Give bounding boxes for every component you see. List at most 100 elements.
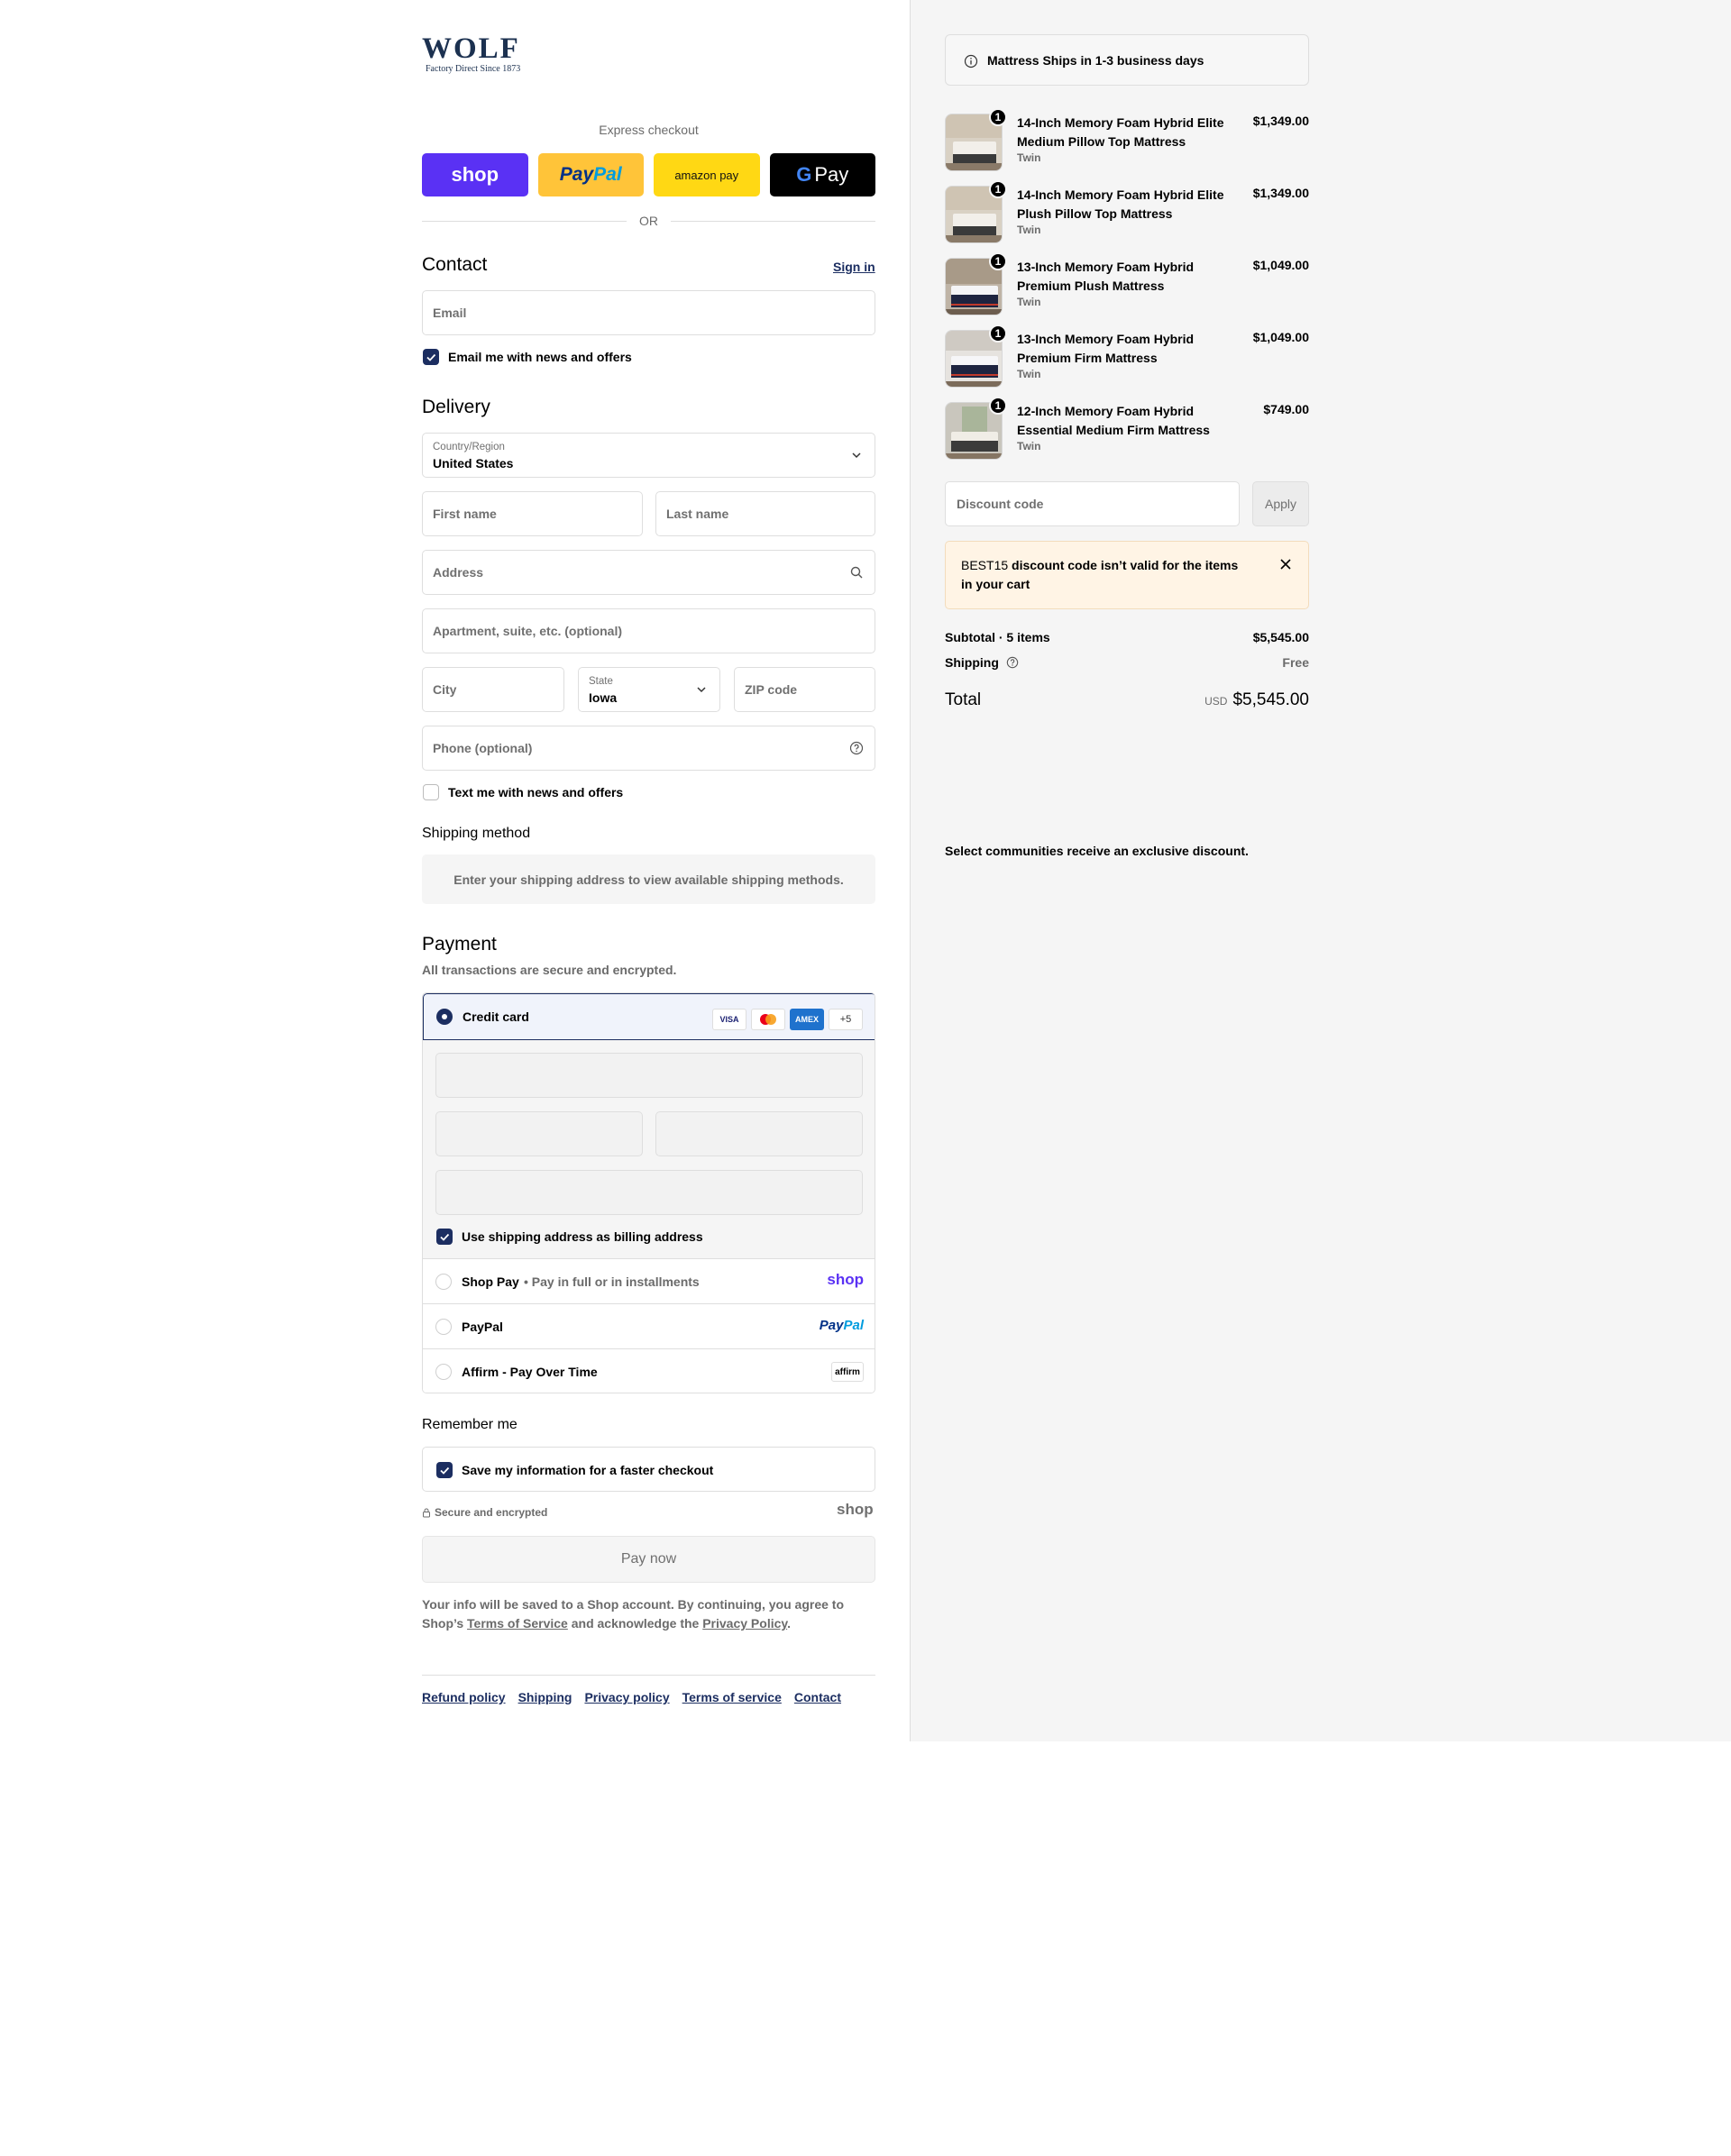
express-checkout-label: Express checkout [599,123,699,137]
save-info-label: Save my information for a faster checkou… [462,1463,714,1477]
shop-pay-express-button[interactable]: shop [422,153,528,196]
paypal-logo-pal: Pal [593,164,622,185]
discount-code-field[interactable]: Discount code [945,481,1240,526]
quantity-badge: 1 [989,324,1007,343]
last-name-field[interactable]: Last name [655,491,875,536]
zip-placeholder: ZIP code [745,682,798,697]
item-price: $1,049.00 [1252,258,1309,272]
contact-link[interactable]: Contact [794,1690,841,1704]
sms-newsletter-checkbox[interactable] [423,784,439,800]
quantity-badge: 1 [989,252,1007,270]
item-variant: Twin [1017,440,1041,452]
apartment-field[interactable]: Apartment, suite, etc. (optional) [422,608,875,653]
cart-item: 1 13-Inch Memory Foam Hybrid Premium Plu… [945,252,1309,323]
legal-text-part: . [787,1616,792,1631]
shop-pay-logo: shop [827,1271,864,1288]
security-code-field[interactable] [655,1111,863,1156]
payment-methods: Credit card VISA AMEX +5 Use shipping ad… [422,992,875,1393]
secure-note: Secure and encrypted [422,1506,547,1519]
refund-policy-link[interactable]: Refund policy [422,1690,506,1704]
contact-heading: Contact [422,254,488,275]
shop-pay-label: Shop Pay [462,1274,519,1289]
item-name: 14-Inch Memory Foam Hybrid Elite Plush P… [1017,187,1224,221]
paypal-label: PayPal [462,1320,503,1334]
cart-item: 1 13-Inch Memory Foam Hybrid Premium Fir… [945,324,1309,395]
phone-placeholder: Phone (optional) [433,741,533,755]
shop-privacy-link[interactable]: Privacy Policy [702,1616,787,1631]
divider-line [671,220,875,222]
email-newsletter-checkbox[interactable] [423,349,439,365]
email-field[interactable]: Email [422,290,875,335]
paypal-option[interactable]: PayPal PayPal [423,1303,875,1348]
name-on-card-field[interactable] [435,1170,863,1215]
shipping-row: Shipping Free [945,655,1309,670]
expiration-date-field[interactable] [435,1111,643,1156]
item-variant: Twin [1017,296,1041,308]
shop-pay-logo: shop [451,163,499,186]
secure-label: Secure and encrypted [435,1506,548,1519]
brand-logo[interactable]: WOLF Factory Direct Since 1873 [422,32,530,74]
state-label: State [589,676,613,687]
first-name-placeholder: First name [433,507,497,521]
credit-card-option[interactable]: Credit card VISA AMEX +5 [423,993,875,1040]
shop-terms-link[interactable]: Terms of Service [467,1616,568,1631]
google-pay-label: Pay [814,163,849,186]
remember-me-heading: Remember me [422,1417,517,1432]
help-circle-icon[interactable] [849,741,864,755]
google-pay-express-button[interactable]: G Pay [769,153,875,196]
email-placeholder: Email [433,306,467,320]
shipping-value: Free [1282,655,1309,670]
shipping-method-notice: Enter your shipping address to view avai… [422,854,875,904]
pay-now-button[interactable]: Pay now [422,1536,875,1583]
subtotal-label: Subtotal · 5 items [945,630,1050,644]
delivery-heading: Delivery [422,397,490,417]
country-select[interactable]: Country/Region United States [422,433,875,478]
privacy-policy-link[interactable]: Privacy policy [584,1690,669,1704]
affirm-option[interactable]: Affirm - Pay Over Time affirm [423,1348,875,1393]
phone-field[interactable]: Phone (optional) [422,726,875,771]
total-value: $5,545.00 [1232,690,1309,709]
first-name-field[interactable]: First name [422,491,643,536]
affirm-logo: affirm [831,1362,864,1382]
zip-field[interactable]: ZIP code [734,667,875,712]
chevron-down-icon [852,452,861,459]
credit-card-radio[interactable] [436,1009,453,1025]
last-name-placeholder: Last name [666,507,729,521]
mastercard-circles-icon [760,1014,776,1025]
paypal-express-button[interactable]: Pay Pal [537,153,644,196]
currency-code: USD [1204,695,1228,708]
card-number-field[interactable] [435,1053,863,1098]
paypal-radio[interactable] [435,1319,452,1335]
item-variant: Twin [1017,368,1041,380]
amex-icon: AMEX [790,1009,824,1030]
help-circle-icon[interactable] [1006,656,1019,669]
shop-pay-option[interactable]: Shop Pay • Pay in full or in installment… [423,1258,875,1303]
or-label: OR [639,214,658,228]
payment-subtitle: All transactions are secure and encrypte… [422,963,677,977]
terms-of-service-link[interactable]: Terms of service [682,1690,782,1704]
sign-in-link[interactable]: Sign in [833,260,875,274]
shop-logo: shop [837,1501,874,1518]
shipping-link[interactable]: Shipping [518,1690,572,1704]
address-field[interactable]: Address [422,550,875,595]
paypal-logo-pay: Pay [819,1318,844,1333]
billing-same-checkbox[interactable] [436,1229,453,1245]
checkout-form-column: WOLF Factory Direct Since 1873 Express c… [0,0,910,1741]
credit-card-form: Use shipping address as billing address [423,1040,875,1258]
item-name: 14-Inch Memory Foam Hybrid Elite Medium … [1017,115,1224,149]
state-select[interactable]: State Iowa [578,667,720,712]
affirm-radio[interactable] [435,1364,452,1380]
discount-error-banner: BEST15 discount code isn’t valid for the… [945,541,1309,609]
footer-divider [422,1675,875,1676]
apply-discount-button[interactable]: Apply [1252,481,1309,526]
close-icon[interactable] [1279,558,1292,571]
remember-me-box: Save my information for a faster checkou… [422,1447,875,1492]
google-g-icon: G [796,163,812,186]
legal-text: Your info will be saved to a Shop accoun… [422,1595,875,1633]
affirm-label: Affirm - Pay Over Time [462,1365,598,1379]
save-info-checkbox[interactable] [436,1462,453,1478]
amazon-pay-express-button[interactable]: amazon pay [654,153,760,196]
shop-pay-radio[interactable] [435,1274,452,1290]
city-field[interactable]: City [422,667,564,712]
quantity-badge: 1 [989,397,1007,415]
